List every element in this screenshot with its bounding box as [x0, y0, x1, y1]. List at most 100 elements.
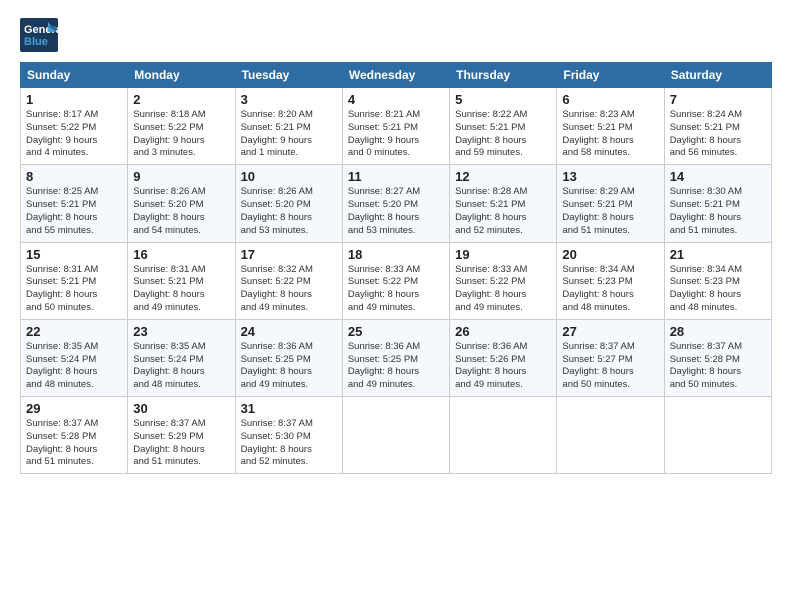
day-number: 12 [455, 169, 551, 184]
calendar-cell: 21Sunrise: 8:34 AM Sunset: 5:23 PM Dayli… [664, 242, 771, 319]
calendar-cell [557, 397, 664, 474]
calendar-week-3: 15Sunrise: 8:31 AM Sunset: 5:21 PM Dayli… [21, 242, 772, 319]
day-number: 17 [241, 247, 337, 262]
day-number: 30 [133, 401, 229, 416]
day-number: 19 [455, 247, 551, 262]
logo: General Blue [20, 18, 58, 52]
day-info: Sunrise: 8:26 AM Sunset: 5:20 PM Dayligh… [241, 186, 337, 237]
day-info: Sunrise: 8:36 AM Sunset: 5:26 PM Dayligh… [455, 341, 551, 392]
day-info: Sunrise: 8:21 AM Sunset: 5:21 PM Dayligh… [348, 109, 444, 160]
day-number: 20 [562, 247, 658, 262]
calendar-week-1: 1 Sunrise: 8:17 AM Sunset: 5:22 PM Daylig… [21, 88, 772, 165]
calendar-cell: 15Sunrise: 8:31 AM Sunset: 5:21 PM Dayli… [21, 242, 128, 319]
calendar-cell: 3 Sunrise: 8:20 AM Sunset: 5:21 PM Daylig… [235, 88, 342, 165]
calendar-cell: 8Sunrise: 8:25 AM Sunset: 5:21 PM Daylig… [21, 165, 128, 242]
calendar-cell: 12 Sunrise: 8:28 AM Sunset: 5:21 PM Dayli… [450, 165, 557, 242]
day-number: 16 [133, 247, 229, 262]
calendar-header-saturday: Saturday [664, 63, 771, 88]
calendar-cell: 1 Sunrise: 8:17 AM Sunset: 5:22 PM Daylig… [21, 88, 128, 165]
day-info: Sunrise: 8:34 AM Sunset: 5:23 PM Dayligh… [562, 264, 658, 315]
calendar-table: SundayMondayTuesdayWednesdayThursdayFrid… [20, 62, 772, 474]
calendar-cell [342, 397, 449, 474]
day-number: 31 [241, 401, 337, 416]
day-info: Sunrise: 8:24 AM Sunset: 5:21 PM Dayligh… [670, 109, 766, 160]
calendar-cell: 2 Sunrise: 8:18 AM Sunset: 5:22 PM Daylig… [128, 88, 235, 165]
day-info: Sunrise: 8:23 AM Sunset: 5:21 PM Dayligh… [562, 109, 658, 160]
calendar-cell: 6 Sunrise: 8:23 AM Sunset: 5:21 PM Daylig… [557, 88, 664, 165]
day-info: Sunrise: 8:36 AM Sunset: 5:25 PM Dayligh… [348, 341, 444, 392]
day-info: Sunrise: 8:17 AM Sunset: 5:22 PM Dayligh… [26, 109, 122, 160]
day-info: Sunrise: 8:31 AM Sunset: 5:21 PM Dayligh… [26, 264, 122, 315]
calendar-cell: 24Sunrise: 8:36 AM Sunset: 5:25 PM Dayli… [235, 319, 342, 396]
day-number: 23 [133, 324, 229, 339]
day-number: 8 [26, 169, 122, 184]
day-number: 10 [241, 169, 337, 184]
day-number: 2 [133, 92, 229, 107]
day-info: Sunrise: 8:37 AM Sunset: 5:28 PM Dayligh… [670, 341, 766, 392]
day-info: Sunrise: 8:26 AM Sunset: 5:20 PM Dayligh… [133, 186, 229, 237]
day-info: Sunrise: 8:35 AM Sunset: 5:24 PM Dayligh… [133, 341, 229, 392]
calendar-cell: 31Sunrise: 8:37 AM Sunset: 5:30 PM Dayli… [235, 397, 342, 474]
day-info: Sunrise: 8:33 AM Sunset: 5:22 PM Dayligh… [348, 264, 444, 315]
day-number: 29 [26, 401, 122, 416]
calendar-header-thursday: Thursday [450, 63, 557, 88]
calendar-cell: 26 Sunrise: 8:36 AM Sunset: 5:26 PM Dayli… [450, 319, 557, 396]
calendar-cell: 16Sunrise: 8:31 AM Sunset: 5:21 PM Dayli… [128, 242, 235, 319]
calendar-week-2: 8Sunrise: 8:25 AM Sunset: 5:21 PM Daylig… [21, 165, 772, 242]
day-number: 21 [670, 247, 766, 262]
calendar-cell: 23 Sunrise: 8:35 AM Sunset: 5:24 PM Dayli… [128, 319, 235, 396]
day-number: 6 [562, 92, 658, 107]
day-number: 7 [670, 92, 766, 107]
calendar-cell: 5 Sunrise: 8:22 AM Sunset: 5:21 PM Daylig… [450, 88, 557, 165]
day-info: Sunrise: 8:33 AM Sunset: 5:22 PM Dayligh… [455, 264, 551, 315]
day-info: Sunrise: 8:18 AM Sunset: 5:22 PM Dayligh… [133, 109, 229, 160]
calendar-cell [450, 397, 557, 474]
day-info: Sunrise: 8:20 AM Sunset: 5:21 PM Dayligh… [241, 109, 337, 160]
day-number: 26 [455, 324, 551, 339]
calendar-cell: 27 Sunrise: 8:37 AM Sunset: 5:27 PM Dayli… [557, 319, 664, 396]
day-info: Sunrise: 8:22 AM Sunset: 5:21 PM Dayligh… [455, 109, 551, 160]
day-info: Sunrise: 8:29 AM Sunset: 5:21 PM Dayligh… [562, 186, 658, 237]
day-number: 3 [241, 92, 337, 107]
day-info: Sunrise: 8:28 AM Sunset: 5:21 PM Dayligh… [455, 186, 551, 237]
day-number: 27 [562, 324, 658, 339]
calendar-cell: 28 Sunrise: 8:37 AM Sunset: 5:28 PM Dayli… [664, 319, 771, 396]
calendar-cell: 4 Sunrise: 8:21 AM Sunset: 5:21 PM Daylig… [342, 88, 449, 165]
calendar-header-wednesday: Wednesday [342, 63, 449, 88]
calendar-cell [664, 397, 771, 474]
calendar-cell: 18 Sunrise: 8:33 AM Sunset: 5:22 PM Dayli… [342, 242, 449, 319]
calendar-cell: 17 Sunrise: 8:32 AM Sunset: 5:22 PM Dayli… [235, 242, 342, 319]
calendar-cell: 30 Sunrise: 8:37 AM Sunset: 5:29 PM Dayli… [128, 397, 235, 474]
calendar-cell: 10 Sunrise: 8:26 AM Sunset: 5:20 PM Dayli… [235, 165, 342, 242]
day-info: Sunrise: 8:35 AM Sunset: 5:24 PM Dayligh… [26, 341, 122, 392]
day-number: 5 [455, 92, 551, 107]
calendar-header-sunday: Sunday [21, 63, 128, 88]
calendar-cell: 25 Sunrise: 8:36 AM Sunset: 5:25 PM Dayli… [342, 319, 449, 396]
day-number: 25 [348, 324, 444, 339]
day-number: 18 [348, 247, 444, 262]
calendar-header-friday: Friday [557, 63, 664, 88]
day-info: Sunrise: 8:30 AM Sunset: 5:21 PM Dayligh… [670, 186, 766, 237]
day-info: Sunrise: 8:32 AM Sunset: 5:22 PM Dayligh… [241, 264, 337, 315]
day-number: 4 [348, 92, 444, 107]
day-info: Sunrise: 8:37 AM Sunset: 5:27 PM Dayligh… [562, 341, 658, 392]
calendar-cell: 14Sunrise: 8:30 AM Sunset: 5:21 PM Dayli… [664, 165, 771, 242]
calendar-week-5: 29 Sunrise: 8:37 AM Sunset: 5:28 PM Dayli… [21, 397, 772, 474]
calendar-cell: 11 Sunrise: 8:27 AM Sunset: 5:20 PM Dayli… [342, 165, 449, 242]
day-number: 1 [26, 92, 122, 107]
day-info: Sunrise: 8:37 AM Sunset: 5:29 PM Dayligh… [133, 418, 229, 469]
calendar-cell: 29 Sunrise: 8:37 AM Sunset: 5:28 PM Dayli… [21, 397, 128, 474]
header: General Blue [20, 18, 772, 52]
calendar-cell: 9Sunrise: 8:26 AM Sunset: 5:20 PM Daylig… [128, 165, 235, 242]
calendar-cell: 20 Sunrise: 8:34 AM Sunset: 5:23 PM Dayli… [557, 242, 664, 319]
page: General Blue SundayMondayTuesdayWednesda… [0, 0, 792, 612]
day-number: 13 [562, 169, 658, 184]
calendar-week-4: 22Sunrise: 8:35 AM Sunset: 5:24 PM Dayli… [21, 319, 772, 396]
calendar-cell: 22Sunrise: 8:35 AM Sunset: 5:24 PM Dayli… [21, 319, 128, 396]
day-info: Sunrise: 8:37 AM Sunset: 5:28 PM Dayligh… [26, 418, 122, 469]
day-number: 11 [348, 169, 444, 184]
day-number: 28 [670, 324, 766, 339]
day-info: Sunrise: 8:27 AM Sunset: 5:20 PM Dayligh… [348, 186, 444, 237]
calendar-header-monday: Monday [128, 63, 235, 88]
svg-text:Blue: Blue [24, 36, 48, 48]
